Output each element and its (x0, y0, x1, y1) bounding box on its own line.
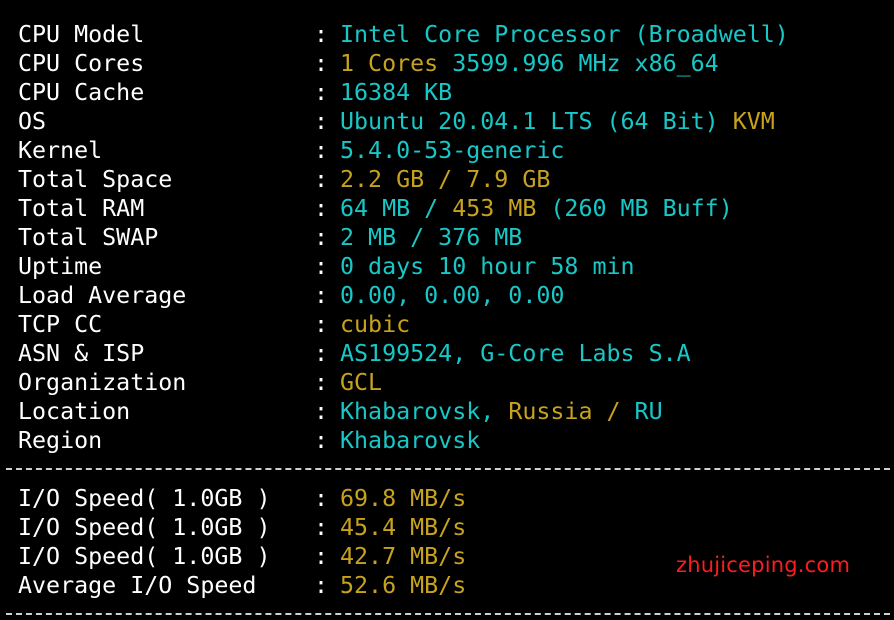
separator-colon: : (314, 253, 329, 280)
info-value-segment: (260 MB Buff) (536, 195, 733, 222)
info-label: Location (18, 398, 131, 425)
separator-colon: : (314, 369, 329, 396)
info-value: 0 days 10 hour 58 min (340, 252, 635, 281)
separator-colon: : (314, 282, 329, 309)
info-value-segment: 0.00, 0.00, 0.00 (340, 282, 565, 309)
info-value-segment: 16384 KB (340, 79, 453, 106)
io-value: 45.4 MB/s (340, 514, 467, 541)
info-label: TCP CC (18, 311, 103, 338)
separator-colon: : (314, 137, 329, 164)
info-value: cubic (340, 310, 410, 339)
separator-colon: : (314, 224, 329, 251)
info-value: 2 MB / 376 MB (340, 223, 522, 252)
info-value: 2.2 GB / 7.9 GB (340, 165, 550, 194)
info-label: ASN & ISP (18, 340, 145, 367)
info-label: OS (18, 108, 47, 135)
io-value: 42.7 MB/s (340, 543, 467, 570)
io-value: 69.8 MB/s (340, 485, 467, 512)
info-label: Total RAM (18, 195, 145, 222)
info-value: AS199524, G-Core Labs S.A (340, 339, 691, 368)
terminal-output: CPU Model: Intel Core Processor (Broadwel… (0, 0, 894, 620)
info-label: Total Space (18, 166, 173, 193)
info-value: 64 MB / 453 MB (260 MB Buff) (340, 194, 733, 223)
info-value-segment: 1 Cores (340, 50, 453, 77)
io-label: Average I/O Speed (18, 572, 257, 599)
info-value: Khabarovsk (340, 426, 480, 455)
info-value-segment: 2 MB / 376 MB (340, 224, 523, 251)
info-value-segment: RU (634, 398, 663, 425)
section-divider (6, 613, 890, 615)
watermark-text: zhujiceping.com (676, 553, 851, 577)
info-label: Total SWAP (18, 224, 159, 251)
info-value: 16384 KB (340, 78, 452, 107)
info-value-segment: Khabarovsk (340, 427, 481, 454)
separator-colon: : (314, 50, 329, 77)
separator-colon: : (314, 485, 329, 512)
separator-colon: : (314, 514, 329, 541)
info-label: CPU Cores (18, 50, 145, 77)
info-value: 1 Cores 3599.996 MHz x86_64 (340, 49, 719, 78)
io-label: I/O Speed( 1.0GB ) (18, 485, 271, 512)
info-value-segment: Russia / (508, 398, 635, 425)
info-value: GCL (340, 368, 382, 397)
separator-colon: : (314, 166, 329, 193)
info-label: Region (18, 427, 103, 454)
info-value: Ubuntu 20.04.1 LTS (64 Bit) KVM (340, 107, 775, 136)
info-label: CPU Model (18, 21, 145, 48)
info-value: Khabarovsk, Russia / RU (340, 397, 663, 426)
info-label: Uptime (18, 253, 103, 280)
info-value-segment: 2.2 GB / (340, 166, 467, 193)
info-value-segment: 0 days 10 hour 58 min (340, 253, 635, 280)
separator-colon: : (314, 543, 329, 570)
info-value-segment: GCL (340, 369, 383, 396)
io-value: 52.6 MB/s (340, 572, 467, 599)
info-label: Load Average (18, 282, 187, 309)
io-label: I/O Speed( 1.0GB ) (18, 514, 271, 541)
info-value-segment: 64 MB / (340, 195, 453, 222)
info-value-segment: Ubuntu 20.04.1 LTS (64 Bit) (340, 108, 733, 135)
info-value: 0.00, 0.00, 0.00 (340, 281, 564, 310)
separator-colon: : (314, 21, 329, 48)
info-value: 5.4.0-53-generic (340, 136, 564, 165)
info-label: Kernel (18, 137, 103, 164)
separator-colon: : (314, 572, 329, 599)
info-value-segment: Intel Core Processor (Broadwell) (340, 21, 789, 48)
info-value-segment: 7.9 GB (466, 166, 551, 193)
io-label: I/O Speed( 1.0GB ) (18, 543, 271, 570)
info-value: Intel Core Processor (Broadwell) (340, 20, 789, 49)
separator-colon: : (314, 108, 329, 135)
info-value-segment: AS199524, G-Core Labs S.A (340, 340, 691, 367)
info-value-segment: 453 MB (452, 195, 537, 222)
info-value-segment: Khabarovsk, (340, 398, 509, 425)
info-value-segment: 3599.996 MHz x86_64 (452, 50, 719, 77)
info-label: Organization (18, 369, 187, 396)
separator-colon: : (314, 398, 329, 425)
info-value-segment: cubic (340, 311, 411, 338)
info-value-segment: 5.4.0-53-generic (340, 137, 565, 164)
separator-colon: : (314, 311, 329, 338)
separator-colon: : (314, 340, 329, 367)
separator-colon: : (314, 427, 329, 454)
section-divider (6, 468, 890, 470)
separator-colon: : (314, 195, 329, 222)
info-value-segment: KVM (732, 108, 775, 135)
separator-colon: : (314, 79, 329, 106)
info-label: CPU Cache (18, 79, 145, 106)
